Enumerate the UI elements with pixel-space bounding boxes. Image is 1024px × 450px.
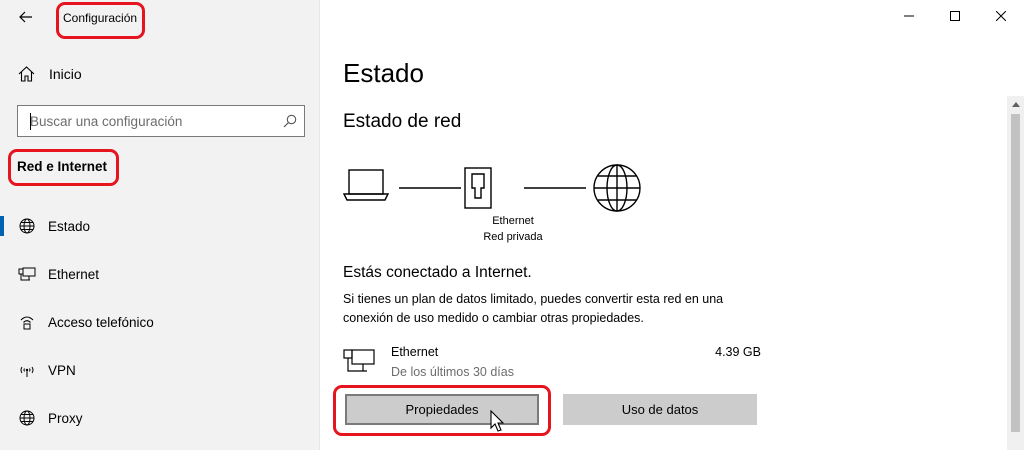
usage-period: De los últimos 30 días [391,365,514,379]
app-title: Configuración [63,11,138,25]
sidebar-item-label: VPN [48,362,76,378]
back-button[interactable] [10,4,42,30]
minimize-button[interactable] [886,0,932,32]
page-title: Estado [343,58,424,88]
ethernet-icon [343,349,375,380]
usage-amount: 4.39 GB [715,345,761,359]
section-heading: Estado de red [343,111,462,132]
minimize-icon [904,15,914,17]
search-input[interactable]: Buscar una configuración [17,105,305,137]
internet-globe-icon [593,164,641,212]
globe-icon [17,216,37,236]
sidebar-item-acceso-telefonico[interactable]: Acceso telefónico [0,302,319,342]
scrollbar[interactable] [1007,96,1024,450]
network-diagram: Ethernet Red privada [342,160,663,250]
mouse-pointer-icon [490,410,505,432]
text-caret [30,113,31,130]
data-usage-row: Ethernet De los últimos 30 días 4.39 GB [343,343,761,383]
back-arrow-icon [19,11,32,23]
sidebar-item-label: Proxy [48,410,83,426]
sidebar-item-label: Ethernet [48,266,100,282]
data-usage-button[interactable]: Uso de datos [563,394,757,425]
metered-description: Si tienes un plan de datos limitado, pue… [343,292,724,325]
main-content: Estado Estado de red Ethernet Red privad… [321,0,1024,450]
sidebar-home[interactable]: Inicio [16,60,306,88]
home-label: Inicio [49,66,82,82]
sidebar-item-label: Acceso telefónico [48,314,154,330]
network-diagram-graphic [342,164,641,212]
connection-status: Estás conectado a Internet. [343,264,532,281]
search-placeholder: Buscar una configuración [30,113,183,129]
active-indicator [0,216,4,236]
maximize-button[interactable] [932,0,978,32]
sidebar-item-vpn[interactable]: VPN [0,350,319,390]
section-title: Red e Internet [17,159,108,174]
adapter-name: Ethernet [492,215,534,227]
dialup-icon [17,312,37,332]
sidebar-item-ethernet[interactable]: Ethernet [0,254,319,294]
scroll-up-arrow-icon[interactable] [1007,96,1024,113]
ethernet-icon [17,264,37,284]
scrollbar-thumb[interactable] [1011,114,1020,432]
sidebar-item-estado[interactable]: Estado [0,206,319,246]
close-icon [996,11,1006,21]
vpn-icon [17,360,37,380]
home-icon [16,64,36,84]
maximize-icon [950,11,960,21]
sidebar: Configuración Inicio Buscar una configur… [0,0,320,450]
sidebar-item-proxy[interactable]: Proxy [0,398,319,438]
network-type: Red privada [483,231,543,243]
laptop-icon [342,169,390,201]
globe-icon [17,408,37,428]
close-button[interactable] [978,0,1024,32]
sidebar-item-label: Estado [48,218,91,234]
properties-button[interactable]: Propiedades [345,394,539,425]
ethernet-port-icon [464,167,492,209]
usage-adapter-name: Ethernet [391,345,439,359]
search-icon[interactable] [276,107,304,135]
